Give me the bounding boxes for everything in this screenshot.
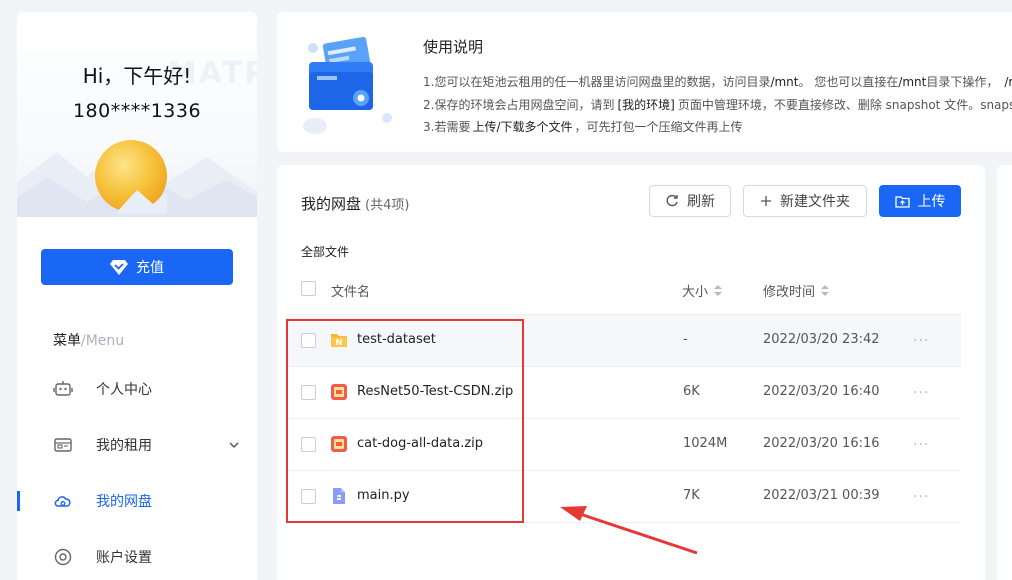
column-label: 文件名 <box>331 285 371 300</box>
server-icon <box>53 435 73 455</box>
text: ，可先打包一个压缩文件再上传 <box>574 120 743 134</box>
link-text: [我的环境] <box>617 98 675 112</box>
select-all-checkbox[interactable] <box>301 281 316 296</box>
chevron-down-icon[interactable] <box>229 437 239 453</box>
text: 1.您可以在矩池云租用的任一机器里访问网盘里的数据，访问目录 <box>423 75 771 89</box>
highlight-box <box>286 319 524 523</box>
sun-icon <box>95 140 167 214</box>
instruction-line-2: 2.保存的环境会占用网盘空间，请到 [我的环境] 页面中管理环境，不要直接修改、删除… <box>423 96 1012 113</box>
sort-icon[interactable] <box>714 284 723 297</box>
more-actions-icon[interactable]: ··· <box>913 489 929 505</box>
column-header-size[interactable]: 大小 <box>682 281 723 300</box>
path-text: /mnt <box>898 75 927 89</box>
sidebar-item-my-cloud-disk[interactable]: 我的网盘 <box>17 481 257 521</box>
greeting: Hi，下午好! <box>82 64 192 88</box>
more-actions-icon[interactable]: ··· <box>913 385 929 401</box>
refresh-button[interactable]: 刷新 <box>649 185 731 217</box>
user-phone: 180****1336 <box>72 100 202 122</box>
sort-icon[interactable] <box>821 284 830 297</box>
page-title: 我的网盘 (共4项) <box>301 193 409 214</box>
upload-folder-icon <box>894 195 910 208</box>
file-size: 1024M <box>683 436 728 451</box>
file-size: 7K <box>683 488 700 503</box>
text: 3.若需要 <box>423 120 471 134</box>
recharge-button[interactable]: 充值 <box>41 249 233 285</box>
new-folder-button[interactable]: 新建文件夹 <box>743 185 867 217</box>
instruction-line-3: 3.若需要 上传/下载多个文件 ，可先打包一个压缩文件再上传 <box>423 118 743 135</box>
path-text: /mnt <box>770 75 799 89</box>
path-text: /r <box>1004 75 1012 89</box>
sidebar-item-label: 我的租用 <box>96 438 152 454</box>
adjacent-panel-edge <box>997 165 1012 580</box>
more-actions-icon[interactable]: ··· <box>913 437 929 453</box>
menu-title: 菜单/Menu <box>53 330 124 350</box>
text: 页面中管理环境，不要直接修改、删除 snapshot 文件。snapshot <box>677 98 1012 112</box>
menu-title-cn: 菜单 <box>53 333 81 349</box>
recharge-label: 充值 <box>136 260 164 276</box>
more-actions-icon[interactable]: ··· <box>913 333 929 349</box>
column-label: 大小 <box>682 285 709 300</box>
breadcrumb[interactable]: 全部文件 <box>301 243 349 260</box>
instruction-line-1: 1.您可以在矩池云租用的任一机器里访问网盘里的数据，访问目录/mnt。 您也可以… <box>423 73 1012 90</box>
upload-label: 上传 <box>917 194 946 210</box>
highlight-text: 上传/下载多个文件 <box>472 120 573 134</box>
new-folder-label: 新建文件夹 <box>780 194 850 210</box>
file-modified-time: 2022/03/20 16:16 <box>763 436 880 451</box>
sidebar-item-label: 我的网盘 <box>96 494 152 510</box>
robot-icon <box>53 379 73 399</box>
text: 目录下操作， <box>926 75 999 89</box>
sidebar-item-personal-center[interactable]: 个人中心 <box>17 369 257 409</box>
sidebar-item-my-rentals[interactable]: 我的租用 <box>17 425 257 465</box>
column-header-modified[interactable]: 修改时间 <box>763 281 830 300</box>
upload-button[interactable]: 上传 <box>879 185 961 217</box>
diamond-icon <box>110 260 128 275</box>
settings-icon <box>53 547 73 567</box>
sidebar-item-label: 个人中心 <box>96 382 152 398</box>
file-modified-time: 2022/03/21 00:39 <box>763 488 880 503</box>
file-size: - <box>683 332 688 347</box>
file-modified-time: 2022/03/20 23:42 <box>763 332 880 347</box>
file-modified-time: 2022/03/20 16:40 <box>763 384 880 399</box>
item-count: (共4项) <box>365 198 410 213</box>
usage-instructions-panel: 使用说明 1.您可以在矩池云租用的任一机器里访问网盘里的数据，访问目录/mnt。… <box>277 12 1012 152</box>
folder-illustration <box>303 36 392 134</box>
sidebar-item-account-settings[interactable]: 账户设置 <box>17 537 257 577</box>
plus-icon <box>761 196 771 206</box>
cloud-disk-icon <box>53 491 73 511</box>
column-header-name: 文件名 <box>331 281 370 300</box>
instructions-title: 使用说明 <box>423 38 484 56</box>
file-size: 6K <box>683 384 700 399</box>
refresh-icon <box>666 194 678 207</box>
sidebar: MATPOOL Hi，下午好! 180****1336 充值 菜单/Menu <box>17 12 257 580</box>
menu-title-en: /Menu <box>81 333 125 349</box>
sidebar-item-label: 账户设置 <box>96 550 152 566</box>
text: 。 您也可以直接在 <box>798 75 899 89</box>
profile-hero: MATPOOL Hi，下午好! 180****1336 <box>17 12 257 217</box>
refresh-label: 刷新 <box>687 194 715 210</box>
title-text: 我的网盘 <box>301 195 362 213</box>
text: 2.保存的环境会占用网盘空间，请到 <box>423 98 615 112</box>
column-label: 修改时间 <box>763 285 816 300</box>
